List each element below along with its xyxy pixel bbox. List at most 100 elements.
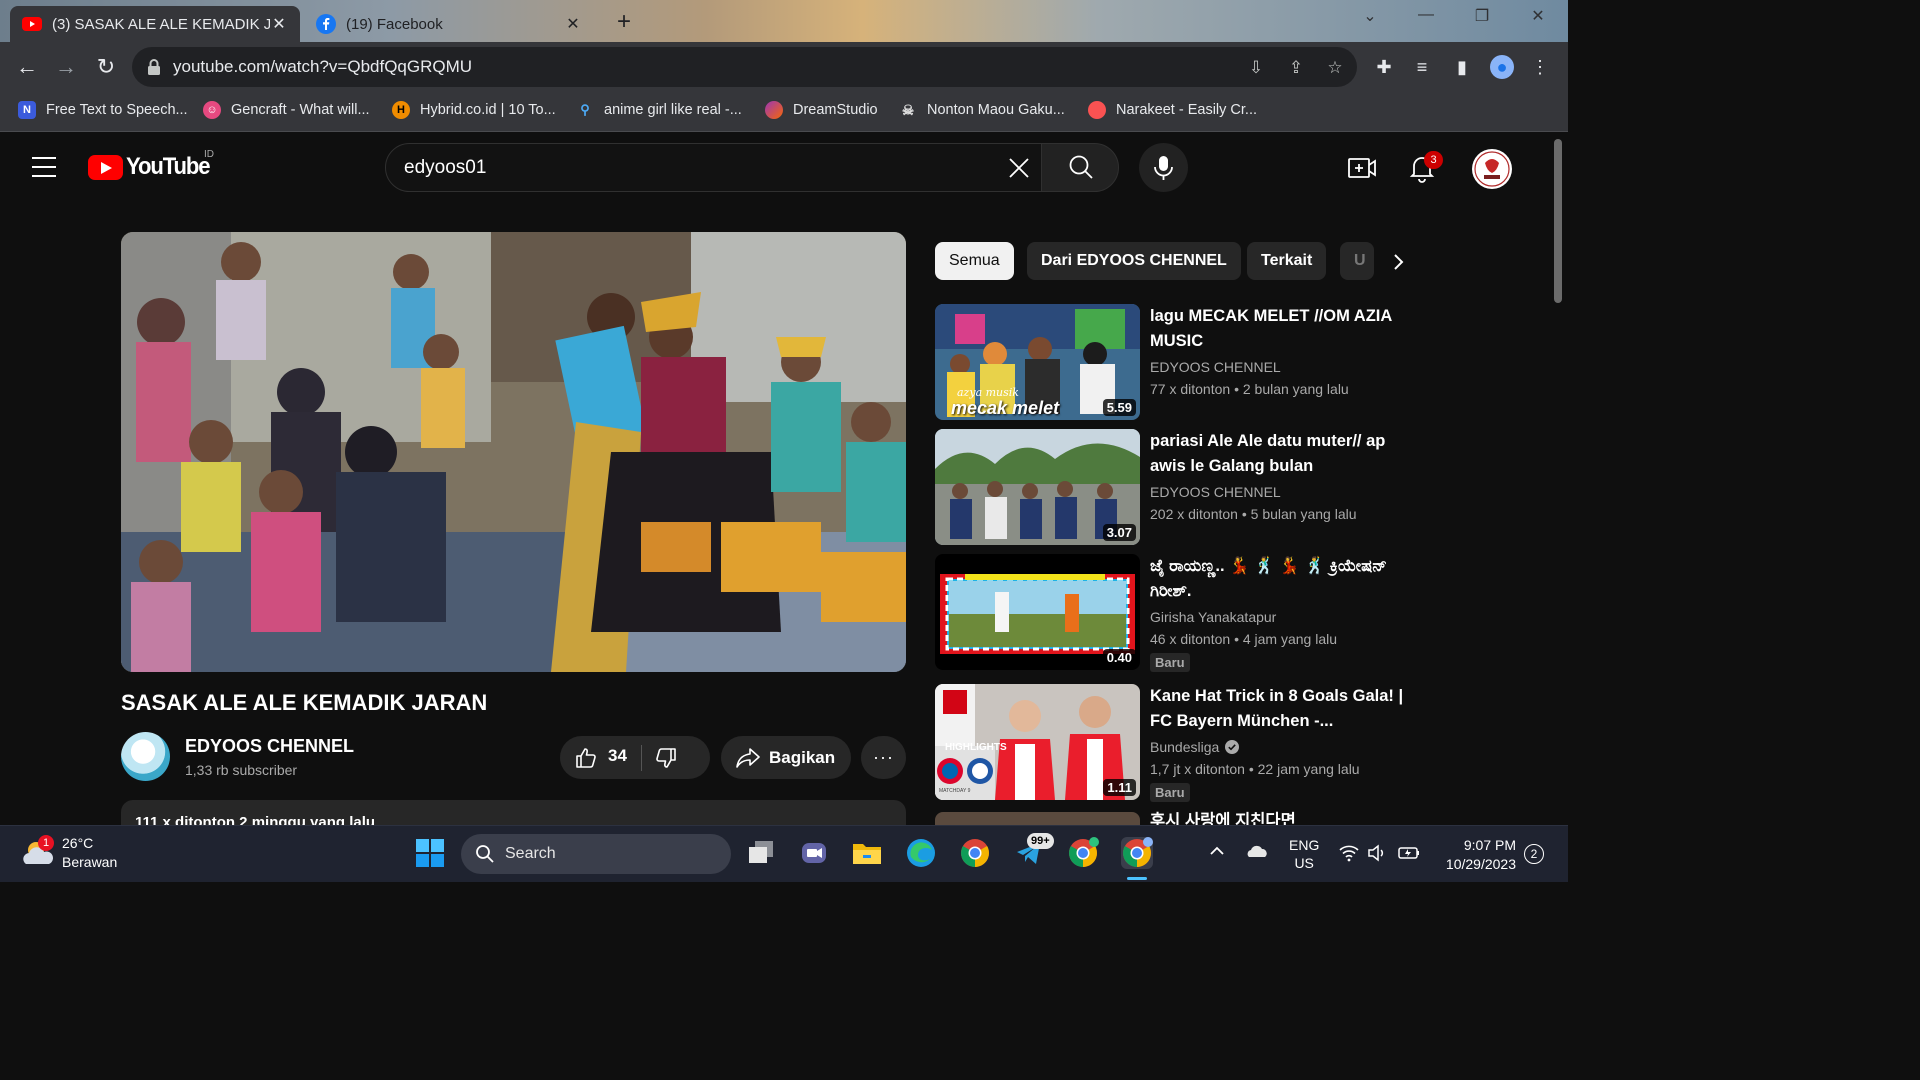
bookmark-item[interactable]: ☺ Gencraft - What will... (203, 101, 370, 119)
channel-name[interactable]: EDYOOS CHENNEL (1150, 484, 1281, 500)
task-view-icon[interactable] (745, 837, 777, 869)
channel-name[interactable]: EDYOOS CHENNEL (1150, 359, 1281, 375)
clock[interactable]: 9:07 PM 10/29/2023 (1438, 836, 1516, 874)
video-thumbnail[interactable]: 3.07 (935, 429, 1140, 545)
language-indicator[interactable]: ENG US (1289, 836, 1319, 872)
recommended-video[interactable]: 3.07 pariasi Ale Ale datu muter// ap awi… (935, 429, 1405, 545)
page-scrollbar[interactable] (1550, 133, 1568, 825)
video-title: SASAK ALE ALE KEMADIK JARAN (121, 690, 488, 715)
channel-avatar[interactable] (121, 732, 170, 781)
video-duration: 1.11 (1103, 779, 1136, 796)
install-app-icon[interactable]: ⇩ (1245, 57, 1267, 79)
teams-chat-icon[interactable] (798, 837, 830, 869)
forward-arrow-icon[interactable]: → (52, 53, 80, 81)
chip-partial[interactable]: U (1340, 242, 1374, 280)
telegram-icon[interactable]: 99+ (1013, 833, 1054, 869)
bookmark-item[interactable]: ⚲ anime girl like real -... (576, 101, 742, 119)
share-page-icon[interactable]: ⇪ (1285, 57, 1307, 79)
media-control-icon[interactable]: ≡ (1410, 55, 1434, 79)
video-title[interactable]: Kane Hat Trick in 8 Goals Gala! | FC Bay… (1150, 684, 1405, 734)
n-icon: N (18, 101, 36, 119)
taskbar-search-box[interactable]: Search (461, 834, 731, 874)
file-explorer-icon[interactable] (851, 837, 883, 869)
edge-browser-icon[interactable] (905, 837, 937, 869)
video-title[interactable]: ಜೈ ರಾಯಣ್ಣ.. 💃 🕺 💃 🕺 ಕ್ರಿಯೇಷನ್ ಗಿರೀಶ್. (1150, 554, 1405, 604)
bookmark-item[interactable]: H Hybrid.co.id | 10 To... (392, 101, 556, 119)
channel-name[interactable]: EDYOOS CHENNEL (185, 736, 354, 757)
video-title[interactable]: 후시 사랑에 지친다면 (1150, 810, 1400, 825)
minimize-icon[interactable]: — (1406, 6, 1446, 24)
channel-name-row[interactable]: Bundesliga (1150, 739, 1240, 755)
active-app-indicator (1127, 877, 1147, 880)
cloudy-weather-icon: 1 (20, 835, 54, 868)
video-thumbnail[interactable]: HIGHLIGHTS MATCHDAY 9 1.11 (935, 684, 1140, 800)
video-thumbnail[interactable] (935, 812, 1140, 825)
search-button[interactable] (1041, 143, 1119, 192)
back-arrow-icon[interactable]: ← (13, 53, 41, 81)
reload-icon[interactable]: ↻ (92, 53, 120, 81)
menu-icon[interactable] (32, 157, 56, 177)
windows-start-icon[interactable] (415, 838, 445, 868)
thumbs-down-icon[interactable] (654, 746, 678, 770)
youtube-logo[interactable]: YouTube ID (88, 149, 217, 181)
tab-close-icon[interactable]: ✕ (564, 14, 582, 34)
profile-icon[interactable]: ● (1490, 55, 1514, 79)
bookmark-item[interactable]: Narakeet - Easily Cr... (1088, 101, 1257, 119)
bookmark-item[interactable]: DreamStudio (765, 101, 878, 119)
video-title[interactable]: pariasi Ale Ale datu muter// ap awis le … (1150, 429, 1405, 479)
weather-widget[interactable]: 1 26°C Berawan (20, 834, 117, 872)
onedrive-cloud-icon[interactable] (1245, 842, 1269, 863)
address-bar[interactable]: youtube.com/watch?v=QbdfQqGRQMU ⇩ ⇪ ☆ (132, 47, 1357, 87)
video-title[interactable]: lagu MECAK MELET //OM AZIA MUSIC (1150, 304, 1405, 354)
recommended-video[interactable]: HIGHLIGHTS MATCHDAY 9 1.11 Kane Hat Tric… (935, 684, 1405, 802)
video-meta: 202 x ditonton • 5 bulan yang lalu (1150, 506, 1357, 522)
chevron-right-icon[interactable] (1384, 248, 1412, 276)
video-player[interactable] (121, 232, 906, 672)
channel-name[interactable]: Girisha Yanakatapur (1150, 609, 1276, 625)
chrome-icon[interactable] (959, 837, 991, 869)
scrollbar-thumb[interactable] (1554, 139, 1562, 303)
more-actions-button[interactable]: ··· (861, 736, 906, 779)
new-tab-icon[interactable]: + (610, 8, 638, 36)
youtube-icon (22, 14, 42, 34)
restore-icon[interactable]: ❐ (1462, 6, 1502, 26)
bookmark-label: Narakeet - Easily Cr... (1116, 102, 1258, 118)
recommended-video[interactable]: azya musik mecak melet 5.59 lagu MECAK M… (935, 304, 1405, 420)
wifi-icon[interactable] (1338, 844, 1360, 865)
voice-search-button[interactable] (1139, 143, 1188, 192)
tab-facebook[interactable]: (19) Facebook ✕ (304, 6, 594, 42)
bookmark-item[interactable]: ☠ Nonton Maou Gaku... (899, 101, 1065, 119)
notification-center-badge[interactable]: 2 (1524, 844, 1544, 864)
clock-date: 10/29/2023 (1445, 856, 1516, 872)
user-avatar[interactable] (1472, 149, 1512, 189)
share-button[interactable]: Bagikan (721, 736, 851, 779)
tab-search-chevron-icon[interactable]: ⌄ (1350, 6, 1390, 26)
search-input[interactable] (404, 154, 964, 182)
tab-youtube[interactable]: (3) SASAK ALE ALE KEMADIK JARAN ✕ (10, 6, 300, 42)
extensions-icon[interactable]: ✚ (1372, 55, 1396, 79)
notification-count-badge: 3 (1424, 151, 1443, 169)
narakeet-icon (1088, 101, 1106, 119)
browser-menu-icon[interactable]: ⋮ (1528, 55, 1552, 79)
bookmark-star-icon[interactable]: ☆ (1324, 57, 1346, 79)
video-thumbnail[interactable]: 0.40 (935, 554, 1140, 670)
show-hidden-icons-chevron-icon[interactable] (1208, 842, 1226, 863)
recommended-video[interactable]: 0.40 ಜೈ ರಾಯಣ್ಣ.. 💃 🕺 💃 🕺 ಕ್ರಿಯೇಷನ್ ಗಿರೀಶ… (935, 554, 1405, 672)
chip-related[interactable]: Terkait (1247, 242, 1327, 280)
weather-temperature: 26°C (62, 835, 94, 851)
tab-title: (3) SASAK ALE ALE KEMADIK JARAN (52, 15, 270, 33)
like-button[interactable]: 34 (574, 746, 627, 770)
chip-all[interactable]: Semua (935, 242, 1014, 280)
chrome-profile-icon[interactable] (1067, 837, 1099, 869)
close-window-icon[interactable]: ✕ (1518, 6, 1558, 26)
tab-close-icon[interactable]: ✕ (270, 14, 288, 34)
create-video-icon[interactable] (1348, 156, 1376, 180)
volume-icon[interactable] (1367, 844, 1387, 865)
chip-from-channel[interactable]: Dari EDYOOS CHENNEL (1027, 242, 1241, 280)
video-thumbnail[interactable]: azya musik mecak melet 5.59 (935, 304, 1140, 420)
bookmark-item[interactable]: N Free Text to Speech... (18, 101, 188, 119)
clear-search-icon[interactable] (1005, 154, 1033, 182)
battery-charging-icon[interactable] (1397, 844, 1421, 865)
side-panel-icon[interactable]: ▮ (1450, 55, 1474, 79)
chrome-active-icon[interactable] (1121, 837, 1153, 869)
